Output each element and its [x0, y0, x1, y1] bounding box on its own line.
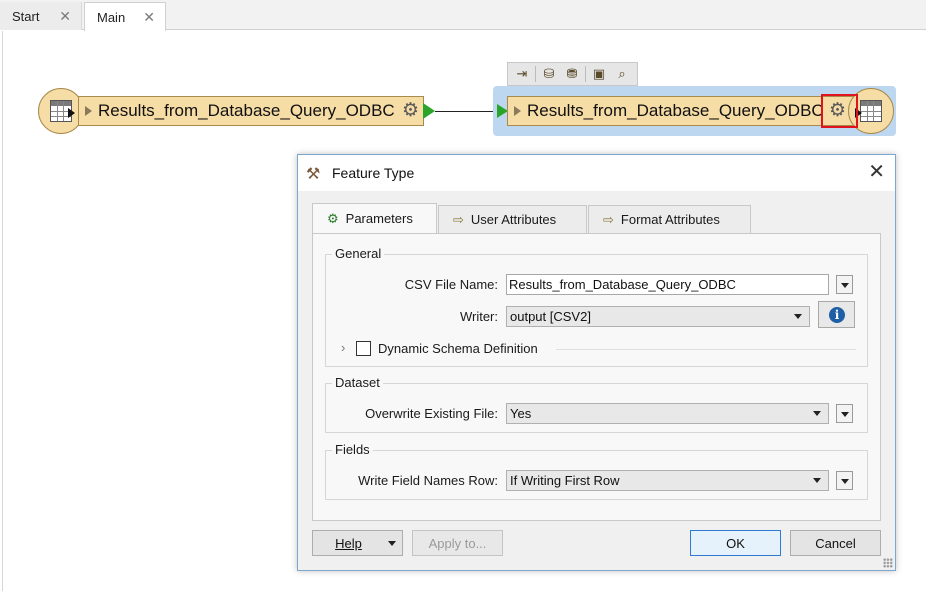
help-button-label: Help	[335, 535, 362, 551]
db-link-icon[interactable]: ⛁	[539, 65, 559, 83]
tab-parameters-label: Parameters	[345, 211, 413, 226]
output-port-icon[interactable]	[423, 103, 435, 119]
general-group: General CSV File Name: Results_from_Data…	[325, 246, 868, 367]
ok-button[interactable]: OK	[690, 530, 781, 556]
insert-icon[interactable]: ⇥	[512, 65, 532, 83]
feature-type-dialog: ⚒ Feature Type ✕ ⚙ Parameters ⇨ User Att…	[297, 154, 896, 571]
dialog-titlebar[interactable]: ⚒ Feature Type ✕	[298, 155, 895, 191]
folder-icon[interactable]: ▣	[589, 65, 609, 83]
writer-node-label: Results_from_Database_Query_ODBC	[527, 101, 824, 120]
reader-node-label: Results_from_Database_Query_ODBC	[98, 101, 395, 120]
arrow-icon: ⇨	[453, 211, 464, 227]
tab-user-attributes-label: User Attributes	[470, 212, 557, 227]
gear-icon: ⚙	[327, 210, 339, 226]
resize-grip-icon[interactable]	[883, 558, 893, 568]
dataset-group: Dataset Overwrite Existing File: Yes	[325, 375, 868, 433]
help-button[interactable]: Help	[312, 530, 403, 556]
canvas-divider	[2, 31, 3, 591]
dialog-title: Feature Type	[332, 165, 415, 181]
gear-highlight-box	[821, 94, 858, 128]
close-icon[interactable]: ✕	[868, 162, 885, 182]
tab-start[interactable]: Start ✕	[0, 2, 82, 30]
chevron-down-icon	[794, 314, 802, 319]
tab-start-label: Start	[12, 8, 40, 24]
writer-info-button[interactable]: i	[818, 301, 855, 328]
writer-feature-type-node[interactable]: Results_from_Database_Query_ODBC ⚙	[507, 96, 857, 126]
fields-group-title: Fields	[332, 442, 373, 457]
overwrite-dropdown-button[interactable]	[836, 404, 853, 423]
chevron-right-icon[interactable]: ›	[341, 340, 345, 355]
chevron-down-icon	[388, 541, 396, 546]
ok-button-label: OK	[726, 535, 745, 551]
csv-file-name-dropdown-button[interactable]	[836, 275, 853, 294]
tab-format-attributes-label: Format Attributes	[620, 212, 720, 227]
close-icon[interactable]: ✕	[143, 9, 155, 26]
writer-select[interactable]: output [CSV2]	[506, 306, 810, 327]
parameters-panel: General CSV File Name: Results_from_Data…	[312, 233, 881, 521]
document-tab-strip: Start ✕ Main ✕	[0, 0, 926, 31]
write-field-names-dropdown-button[interactable]	[836, 471, 853, 490]
overwrite-select-value: Yes	[510, 406, 532, 421]
expand-triangle-icon[interactable]	[514, 106, 521, 116]
db-settings-icon[interactable]: ⛃	[562, 65, 582, 83]
tab-main-label: Main	[97, 9, 126, 25]
tools-icon: ⚒	[306, 166, 321, 183]
reader-output-arrow-icon	[68, 108, 75, 118]
close-icon[interactable]: ✕	[59, 8, 71, 25]
writer-label: Writer:	[459, 309, 498, 324]
overwrite-select[interactable]: Yes	[506, 403, 829, 424]
chevron-down-icon	[813, 411, 821, 416]
write-field-names-label: Write Field Names Row:	[358, 473, 498, 488]
tab-format-attributes[interactable]: ⇨ Format Attributes	[588, 205, 751, 233]
writer-select-value: output [CSV2]	[510, 309, 591, 324]
cancel-button-label: Cancel	[815, 535, 856, 551]
apply-to-button[interactable]: Apply to...	[412, 530, 503, 556]
dynamic-schema-checkbox[interactable]	[356, 341, 371, 356]
csv-file-name-input[interactable]: Results_from_Database_Query_ODBC	[506, 274, 829, 295]
reader-feature-type-node[interactable]: Results_from_Database_Query_ODBC ⚙	[78, 96, 424, 126]
chevron-down-icon	[813, 478, 821, 483]
general-group-title: General	[332, 246, 385, 261]
node-mini-toolbar: ⇥ ⛁ ⛃ ▣ ⌕	[507, 62, 638, 86]
fields-group: Fields Write Field Names Row: If Writing…	[325, 442, 868, 500]
inspect-icon[interactable]: ⌕	[612, 65, 632, 83]
tab-user-attributes[interactable]: ⇨ User Attributes	[438, 205, 587, 233]
dataset-group-title: Dataset	[332, 375, 383, 390]
csv-file-name-label: CSV File Name:	[404, 277, 498, 292]
tab-parameters[interactable]: ⚙ Parameters	[312, 203, 437, 233]
tab-main[interactable]: Main ✕	[84, 2, 166, 31]
dynamic-schema-label: Dynamic Schema Definition	[378, 341, 538, 356]
gear-icon[interactable]: ⚙	[402, 101, 419, 121]
overwrite-label: Overwrite Existing File:	[365, 406, 498, 421]
arrow-icon: ⇨	[603, 211, 614, 227]
info-icon: i	[829, 307, 845, 323]
cancel-button[interactable]: Cancel	[790, 530, 881, 556]
apply-to-button-label: Apply to...	[428, 535, 487, 551]
write-field-names-value: If Writing First Row	[510, 473, 620, 488]
expand-triangle-icon[interactable]	[85, 106, 92, 116]
write-field-names-select[interactable]: If Writing First Row	[506, 470, 829, 491]
connection-line[interactable]	[435, 111, 497, 112]
